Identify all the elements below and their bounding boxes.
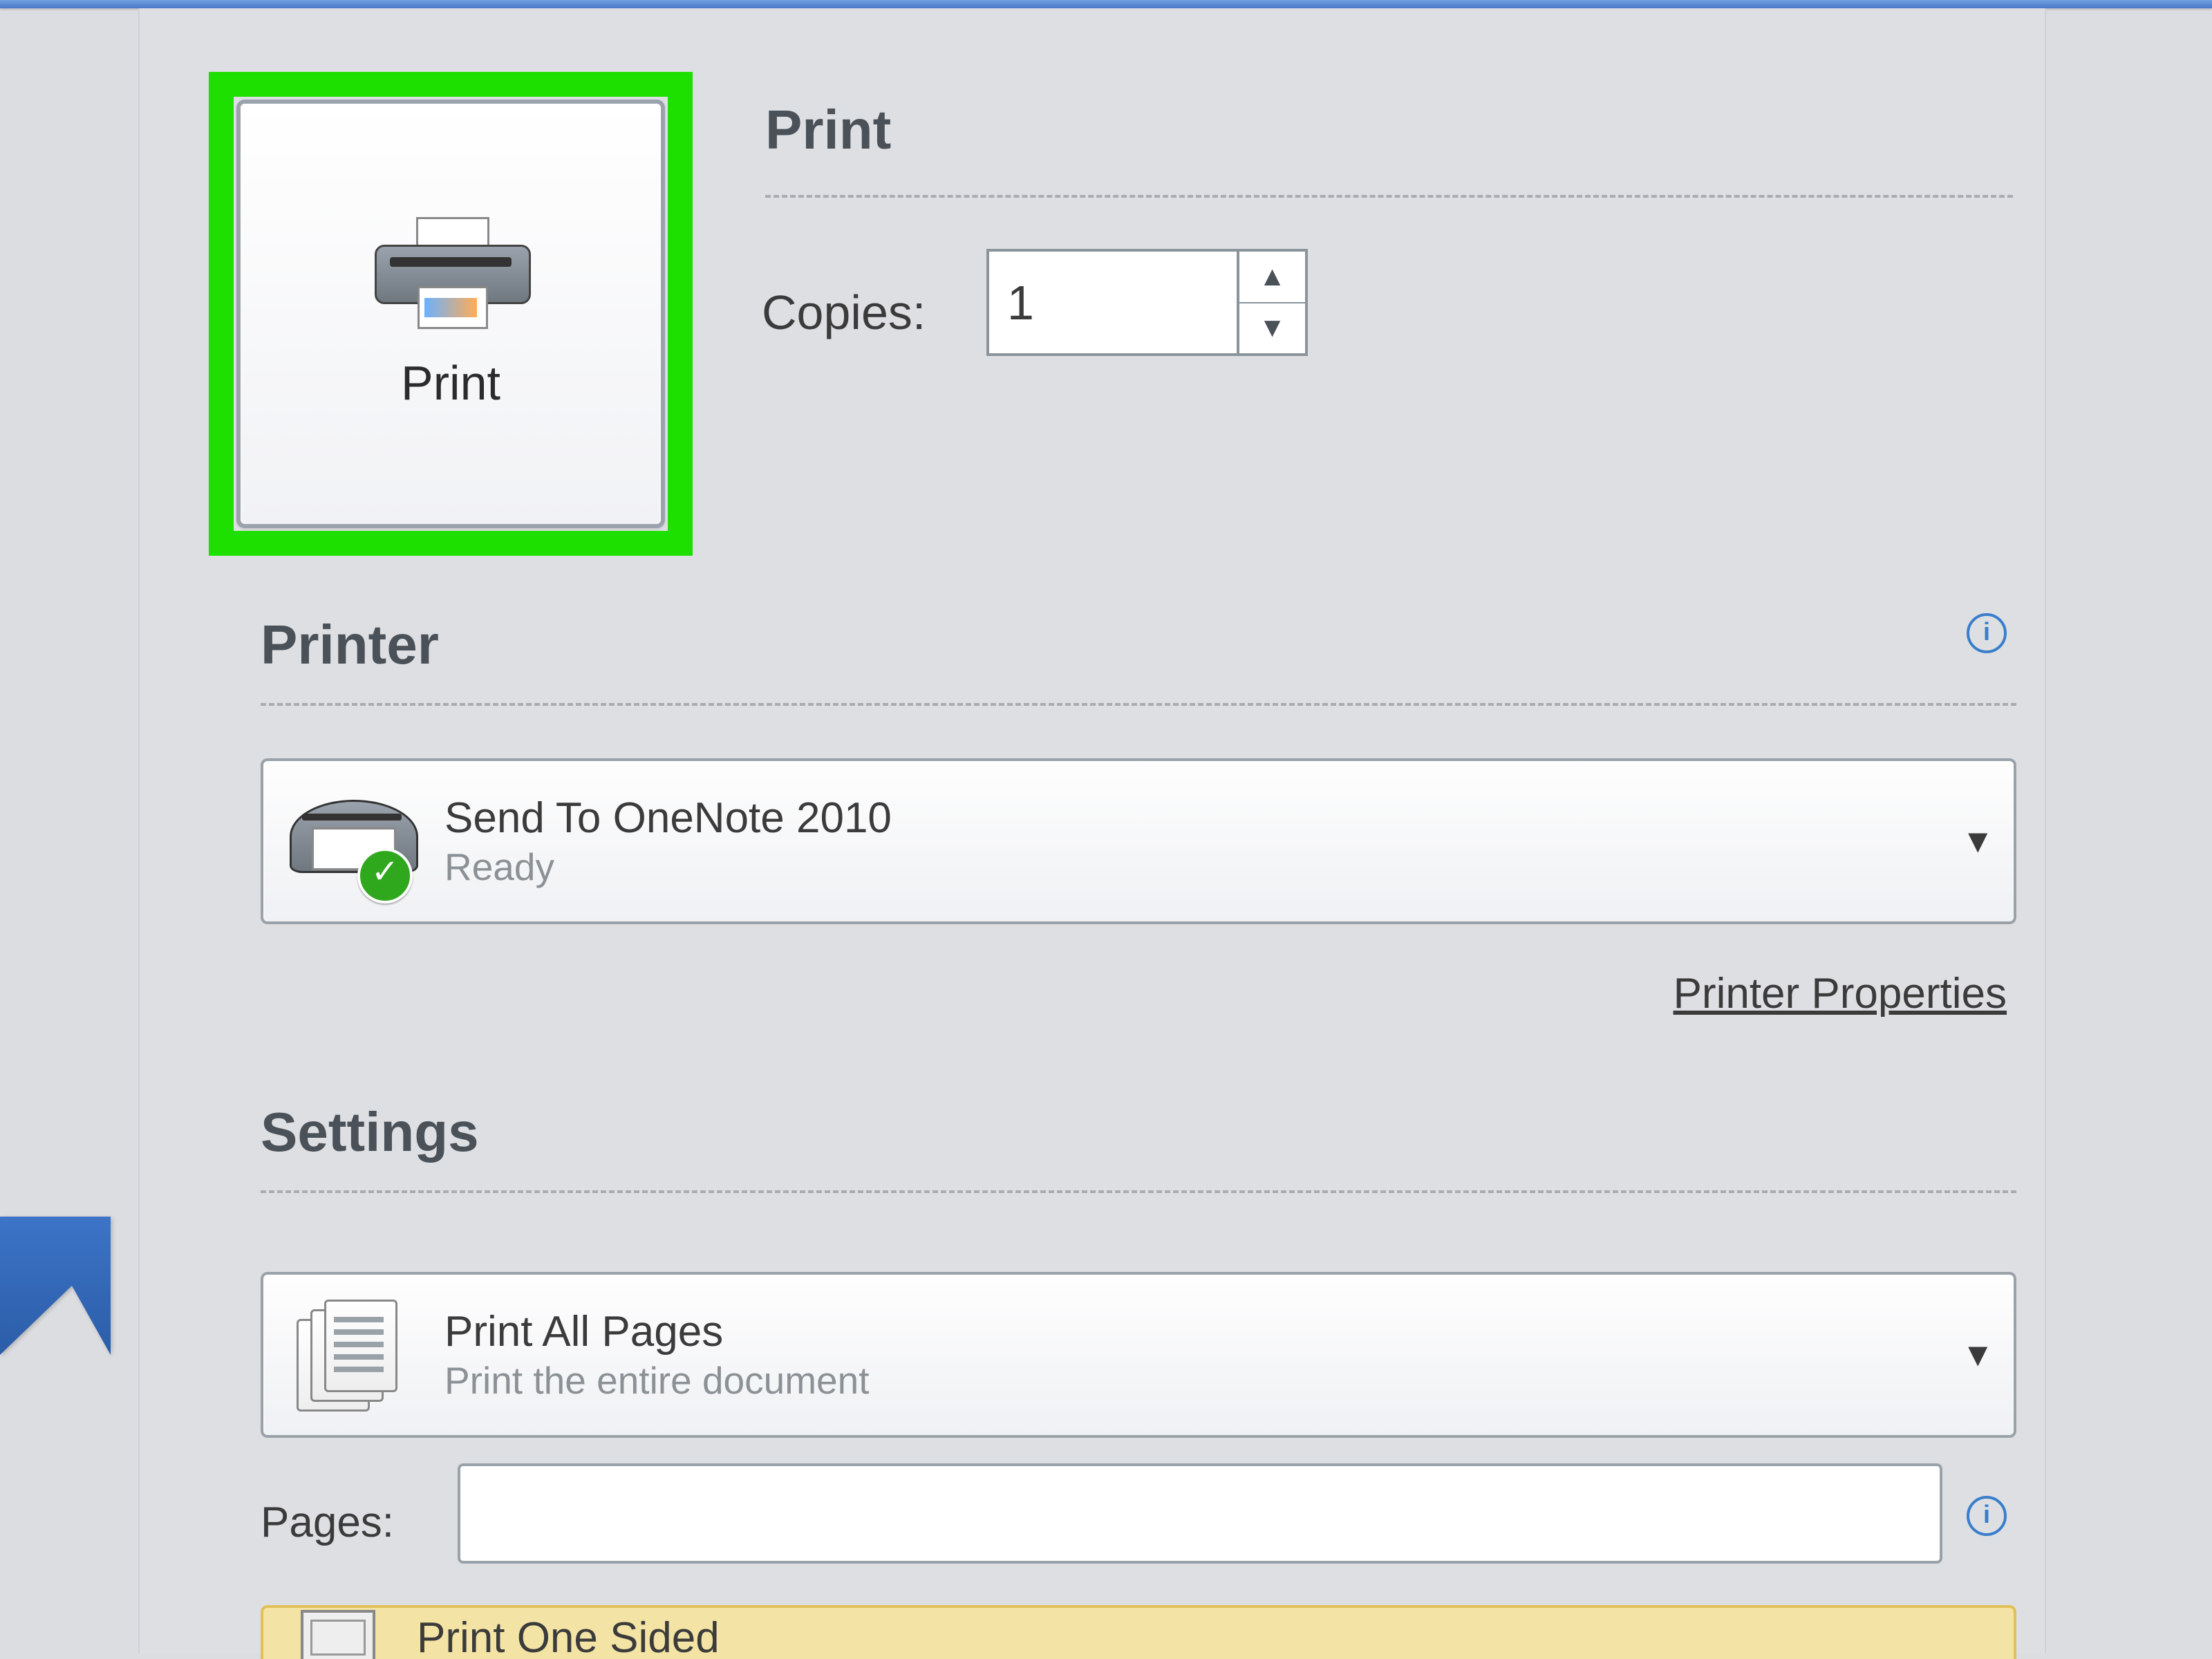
print-panel: Print Print Copies: ▲ ▼ Printer i ✓ <box>138 8 2046 1653</box>
printer-info-icon[interactable]: i <box>1967 613 2007 653</box>
settings-section-title: Settings <box>261 1100 479 1164</box>
document-stack-icon <box>283 1300 421 1410</box>
copies-decrement[interactable]: ▼ <box>1239 303 1305 354</box>
print-backstage-view: Print Print Copies: ▲ ▼ Printer i ✓ <box>0 0 2212 1659</box>
printer-select-text: Send To OneNote 2010 Ready <box>444 793 1938 890</box>
print-range-subtitle: Print the entire document <box>444 1358 1938 1403</box>
sides-dropdown[interactable]: Print One Sided <box>261 1605 2016 1659</box>
copies-spinner[interactable]: ▲ ▼ <box>986 249 1308 356</box>
printer-icon <box>375 217 527 335</box>
pages-info-icon[interactable]: i <box>1967 1496 2007 1536</box>
pages-input[interactable] <box>458 1463 1942 1564</box>
chevron-down-icon: ▼ <box>1961 1336 1994 1374</box>
print-range-dropdown[interactable]: Print All Pages Print the entire documen… <box>261 1272 2016 1438</box>
printer-select-dropdown[interactable]: ✓ Send To OneNote 2010 Ready ▼ <box>261 758 2016 924</box>
print-button[interactable]: Print <box>236 100 665 528</box>
print-heading: Print <box>765 98 891 162</box>
copies-label: Copies: <box>762 285 926 340</box>
copies-increment[interactable]: ▲ <box>1239 252 1305 303</box>
backstage-tab-indicator <box>0 1217 111 1355</box>
divider <box>261 1190 2016 1193</box>
single-page-icon <box>283 1610 393 1659</box>
printer-status: Ready <box>444 844 1938 890</box>
printer-properties-link[interactable]: Printer Properties <box>1674 969 2007 1018</box>
check-icon: ✓ <box>357 848 413 903</box>
pages-label: Pages: <box>261 1498 394 1547</box>
printer-section-title: Printer <box>261 613 439 677</box>
print-range-text: Print All Pages Print the entire documen… <box>444 1306 1938 1403</box>
window-title-bar <box>0 0 2212 8</box>
printer-ready-icon: ✓ <box>283 786 421 897</box>
tutorial-highlight: Print <box>209 72 693 556</box>
printer-name: Send To OneNote 2010 <box>444 793 1938 844</box>
chevron-down-icon: ▼ <box>1961 823 1994 861</box>
spinner-arrows: ▲ ▼ <box>1237 252 1305 353</box>
print-range-title: Print All Pages <box>444 1306 1938 1358</box>
divider <box>261 703 2016 706</box>
divider <box>765 195 2013 198</box>
sides-title: Print One Sided <box>417 1613 720 1659</box>
print-button-label: Print <box>401 355 500 411</box>
copies-input[interactable] <box>989 274 1237 331</box>
